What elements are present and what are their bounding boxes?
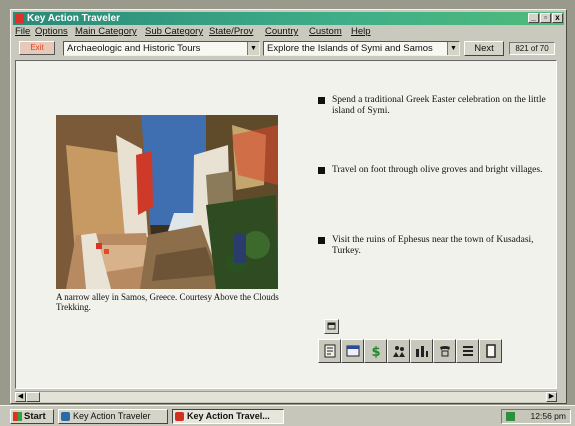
menu-options[interactable]: Options	[35, 25, 68, 38]
notepad-icon[interactable]	[479, 339, 502, 363]
taskbar-item[interactable]: Key Action Traveler	[58, 409, 168, 424]
toolbar: Exit Archaeologic and Historic Tours ▼ E…	[13, 39, 564, 59]
bullet-icon	[318, 167, 325, 174]
window-title: Key Action Traveler	[27, 13, 121, 24]
clock[interactable]: 12:56 pm	[531, 410, 566, 423]
content-pane: A narrow alley in Samos, Greece. Courtes…	[15, 60, 557, 389]
bullet-text: Visit the ruins of Ephesus near the town…	[332, 235, 534, 256]
chevron-down-icon[interactable]: ▼	[247, 42, 259, 55]
category-select[interactable]: Archaeologic and Historic Tours ▼	[63, 41, 260, 56]
windows-logo-icon	[13, 412, 22, 421]
app-icon	[175, 412, 184, 421]
bullet-text: Spend a traditional Greek Easter celebra…	[332, 95, 546, 116]
taskbar-item-label: Key Action Travel...	[187, 411, 270, 421]
menu-custom[interactable]: Custom	[309, 25, 342, 38]
tour-select-value: Explore the Islands of Symi and Samos	[267, 43, 433, 54]
maximize-button[interactable]: ▫	[540, 13, 551, 23]
app-icon[interactable]	[15, 14, 24, 23]
menu-file[interactable]: File	[15, 25, 30, 38]
menu-sub-category[interactable]: Sub Category	[145, 25, 203, 38]
scroll-right-button[interactable]: ▶	[546, 392, 557, 402]
icon-toolbar: $	[318, 339, 502, 363]
menu-country[interactable]: Country	[265, 25, 298, 38]
taskbar-item-active[interactable]: Key Action Travel...	[172, 409, 284, 424]
menu-state-prov[interactable]: State/Prov	[209, 25, 253, 38]
document-icon[interactable]	[318, 339, 341, 363]
taskbar: Start Key Action Traveler Key Action Tra…	[0, 405, 575, 426]
svg-text:$: $	[371, 345, 380, 359]
system-tray: 12:56 pm	[501, 409, 571, 424]
phone-icon[interactable]	[433, 339, 456, 363]
start-button[interactable]: Start	[10, 409, 54, 424]
close-button[interactable]: x	[552, 13, 563, 23]
tour-select[interactable]: Explore the Islands of Symi and Samos ▼	[263, 41, 460, 56]
window-icon[interactable]	[341, 339, 364, 363]
taskbar-item-label: Key Action Traveler	[73, 411, 151, 421]
app-icon	[61, 412, 70, 421]
map-icon[interactable]	[387, 339, 410, 363]
category-select-value: Archaeologic and Historic Tours	[67, 43, 201, 54]
app-window: Key Action Traveler _ ▫ x File Options M…	[10, 9, 567, 404]
scroll-thumb[interactable]	[26, 392, 40, 402]
menu-bar: File Options Main Category Sub Category …	[13, 25, 564, 38]
dollar-icon[interactable]: $	[364, 339, 387, 363]
people-icon[interactable]	[410, 339, 433, 363]
bullet-text: Travel on foot through olive groves and …	[332, 165, 543, 175]
bullet-icon	[318, 97, 325, 104]
photo-caption: A narrow alley in Samos, Greece. Courtes…	[56, 292, 279, 312]
menu-help[interactable]: Help	[351, 25, 371, 38]
next-button[interactable]: Next	[464, 41, 504, 56]
title-bar[interactable]: Key Action Traveler _ ▫ x	[13, 12, 564, 25]
list-icon[interactable]	[456, 339, 479, 363]
exit-button[interactable]: Exit	[19, 41, 55, 55]
mini-window-button[interactable]	[324, 319, 339, 334]
minimize-button[interactable]: _	[528, 13, 539, 23]
bullet-icon	[318, 237, 325, 244]
chevron-down-icon[interactable]: ▼	[447, 42, 459, 55]
horizontal-scrollbar[interactable]: ◀ ▶	[15, 391, 557, 402]
scroll-left-button[interactable]: ◀	[15, 392, 26, 402]
record-counter: 821 of 70	[509, 42, 555, 55]
start-label: Start	[24, 411, 46, 422]
network-icon[interactable]	[506, 412, 515, 421]
menu-main-category[interactable]: Main Category	[75, 25, 137, 38]
alley-photo	[56, 115, 278, 289]
